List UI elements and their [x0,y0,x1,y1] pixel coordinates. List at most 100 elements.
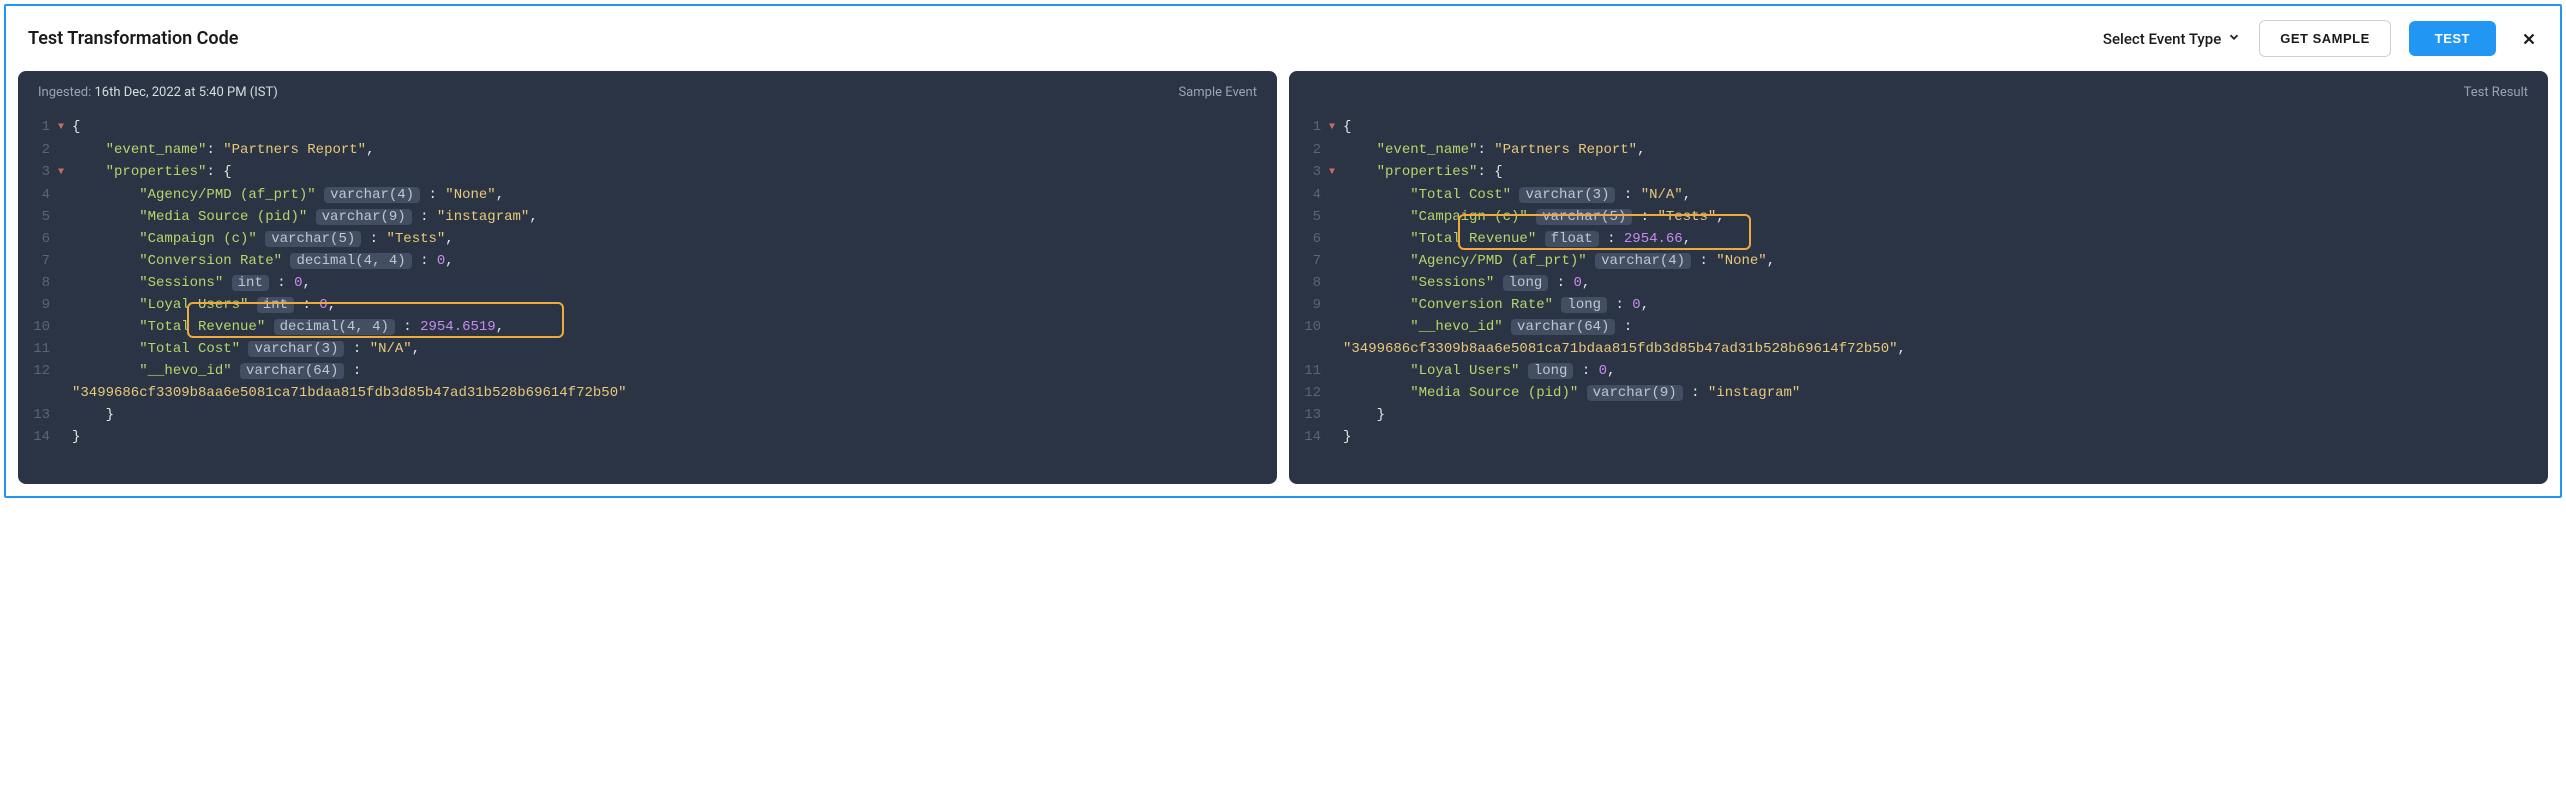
code-content: "__hevo_id" varchar(64) : [1343,316,2548,338]
fold-toggle-icon[interactable]: ▼ [58,116,72,139]
fold-toggle-icon[interactable]: ▼ [58,161,72,184]
pane-header: Test Result [1289,71,2548,110]
token-type: decimal(4, 4) [274,319,395,335]
line-number: 11 [1289,360,1329,382]
token-punct: , [366,142,374,158]
pane-header: Ingested: 16th Dec, 2022 at 5:40 PM (IST… [18,71,1277,110]
token-punct: , [529,209,537,225]
token-key: "Loyal Users" [1410,363,1519,379]
token-key: "Total Cost" [139,341,240,357]
code-line: 7 "Conversion Rate" decimal(4, 4) : 0, [18,250,1277,272]
line-number: 8 [18,272,58,294]
token-type: varchar(9) [316,209,412,225]
token-str: "None" [445,187,495,203]
token-punct [1536,231,1544,247]
panes-container: Ingested: 16th Dec, 2022 at 5:40 PM (IST… [6,71,2560,496]
code-content: "__hevo_id" varchar(64) : [72,360,1277,382]
token-str: "Tests" [1657,209,1716,225]
token-punct: } [1377,407,1385,423]
token-punct [248,297,256,313]
fold-toggle-icon [1329,184,1343,185]
fold-toggle-icon [58,382,72,383]
token-key: "Loyal Users" [139,297,248,313]
get-sample-button[interactable]: GET SAMPLE [2259,20,2391,57]
token-punct: , [496,319,504,335]
token-punct [1503,319,1511,335]
token-punct [1519,363,1527,379]
code-content: "Loyal Users" long : 0, [1343,360,2548,382]
line-number: 13 [1289,404,1329,426]
token-type: varchar(9) [1587,385,1683,401]
token-key: "Agency/PMD (af_prt)" [139,187,315,203]
test-button[interactable]: TEST [2409,21,2496,56]
fold-toggle-icon [1329,294,1343,295]
fold-toggle-icon[interactable]: ▼ [1329,161,1343,184]
line-number: 1 [1289,116,1329,138]
code-line: 11 "Total Cost" varchar(3) : "N/A", [18,338,1277,360]
code-line: "3499686cf3309b8aa6e5081ca71bdaa815fdb3d… [1289,338,2548,360]
line-number: 8 [1289,272,1329,294]
line-number: 10 [1289,316,1329,338]
dialog: Test Transformation Code Select Event Ty… [4,4,2562,498]
close-icon[interactable] [2520,30,2538,48]
token-punct: } [72,429,80,445]
code-content: "Conversion Rate" long : 0, [1343,294,2548,316]
token-punct: , [496,187,504,203]
code-line: 4 "Agency/PMD (af_prt)" varchar(4) : "No… [18,184,1277,206]
code-content: "Total Revenue" float : 2954.66, [1343,228,2548,250]
token-punct: : [1607,297,1632,313]
fold-toggle-icon [58,316,72,317]
code-line: 2 "event_name": "Partners Report", [1289,139,2548,161]
code-line: 1▼{ [1289,116,2548,139]
token-punct: : [1615,187,1640,203]
token-punct: , [1641,297,1649,313]
code-content: "Media Source (pid)" varchar(9) : "insta… [1343,382,2548,404]
line-number: 9 [18,294,58,316]
code-content: "properties": { [1343,161,2548,183]
fold-toggle-icon [58,426,72,427]
token-num: 0 [319,297,327,313]
token-punct: } [1343,429,1351,445]
token-punct: : [1477,142,1494,158]
line-number: 12 [18,360,58,382]
token-punct: : [395,319,420,335]
code-line: 2 "event_name": "Partners Report", [18,139,1277,161]
fold-toggle-icon [1329,139,1343,140]
token-key: "event_name" [1377,142,1478,158]
token-punct [316,187,324,203]
token-punct: , [328,297,336,313]
token-punct [1587,253,1595,269]
token-type: varchar(5) [265,231,361,247]
code-content: "Sessions" long : 0, [1343,272,2548,294]
line-number: 14 [1289,426,1329,448]
code-line: 7 "Agency/PMD (af_prt)" varchar(4) : "No… [1289,250,2548,272]
code-line: 6 "Campaign (c)" varchar(5) : "Tests", [18,228,1277,250]
fold-toggle-icon [1329,404,1343,405]
line-number: 13 [18,404,58,426]
code-content: "Agency/PMD (af_prt)" varchar(4) : "None… [72,184,1277,206]
token-key: "Agency/PMD (af_prt)" [1410,253,1586,269]
code-line: 10 "__hevo_id" varchar(64) : [1289,316,2548,338]
sample-event-code[interactable]: 1▼{2 "event_name": "Partners Report",3▼ … [18,110,1277,454]
fold-toggle-icon [58,184,72,185]
fold-toggle-icon [58,228,72,229]
code-line: 5 "Campaign (c)" varchar(5) : "Tests", [1289,206,2548,228]
code-line: 4 "Total Cost" varchar(3) : "N/A", [1289,184,2548,206]
code-line: 14} [1289,426,2548,448]
test-result-code[interactable]: 1▼{2 "event_name": "Partners Report",3▼ … [1289,110,2548,454]
token-punct [257,231,265,247]
token-punct: : [420,187,445,203]
test-result-pane: Test Result 1▼{2 "event_name": "Partners… [1289,71,2548,484]
token-key: "Conversion Rate" [139,253,282,269]
ingested-time: 16th Dec, 2022 at 5:40 PM (IST) [94,85,277,100]
token-punct: { [72,119,80,135]
code-content: "event_name": "Partners Report", [1343,139,2548,161]
event-type-dropdown[interactable]: Select Event Type [2103,30,2241,48]
code-content: "event_name": "Partners Report", [72,139,1277,161]
line-number: 2 [18,139,58,161]
dialog-title: Test Transformation Code [28,28,238,49]
line-number: 6 [1289,228,1329,250]
fold-toggle-icon [1329,316,1343,317]
fold-toggle-icon[interactable]: ▼ [1329,116,1343,139]
fold-toggle-icon [58,139,72,140]
